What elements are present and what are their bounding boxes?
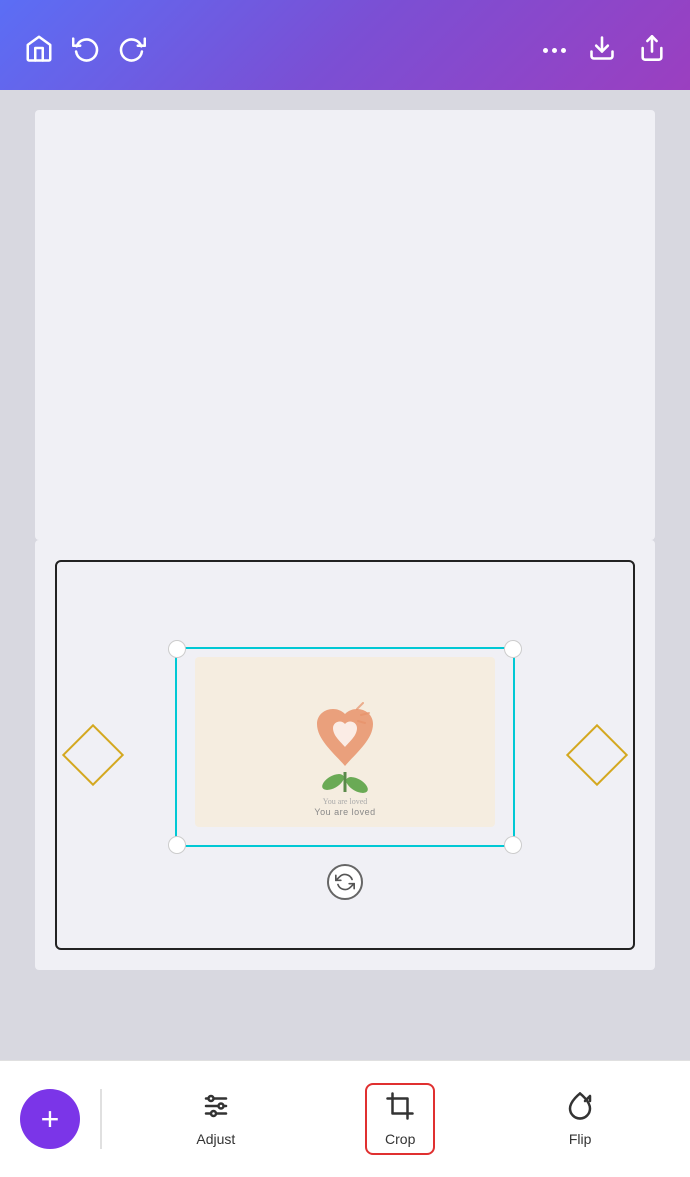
inner-frame: You are loved You are loved — [55, 560, 635, 950]
share-button[interactable] — [638, 34, 666, 66]
toolbar-divider — [100, 1089, 102, 1149]
bottom-toolbar: + Adjust — [0, 1060, 690, 1177]
crop-selection-box[interactable] — [175, 647, 515, 847]
crop-handle-top-left[interactable] — [168, 640, 186, 658]
app-header — [0, 0, 690, 90]
crop-handle-bottom-left[interactable] — [168, 836, 186, 854]
crop-handle-bottom-right[interactable] — [504, 836, 522, 854]
undo-button[interactable] — [72, 34, 100, 66]
flip-icon — [565, 1091, 595, 1125]
canvas-area: You are loved You are loved — [0, 90, 690, 1060]
more-options-button[interactable] — [543, 48, 566, 53]
canvas-page-top — [35, 110, 655, 540]
diamond-right-decoration — [566, 724, 628, 786]
home-button[interactable] — [24, 33, 54, 67]
header-right-controls — [543, 34, 666, 66]
header-left-controls — [24, 33, 146, 67]
canvas-page-bottom[interactable]: You are loved You are loved — [35, 540, 655, 970]
flip-label: Flip — [569, 1131, 592, 1147]
flip-tool-button[interactable]: Flip — [545, 1083, 615, 1155]
adjust-icon — [201, 1091, 231, 1125]
crop-tool-button[interactable]: Crop — [365, 1083, 435, 1155]
crop-handle-top-right[interactable] — [504, 640, 522, 658]
download-button[interactable] — [588, 34, 616, 66]
diamond-left-decoration — [62, 724, 124, 786]
redo-button[interactable] — [118, 34, 146, 66]
crop-icon — [385, 1091, 415, 1125]
rotate-handle[interactable] — [327, 864, 363, 900]
adjust-tool-button[interactable]: Adjust — [176, 1083, 255, 1155]
adjust-label: Adjust — [196, 1131, 235, 1147]
crop-label: Crop — [385, 1131, 415, 1147]
add-button[interactable]: + — [20, 1089, 80, 1149]
toolbar-items: Adjust Crop Flip — [122, 1083, 671, 1155]
